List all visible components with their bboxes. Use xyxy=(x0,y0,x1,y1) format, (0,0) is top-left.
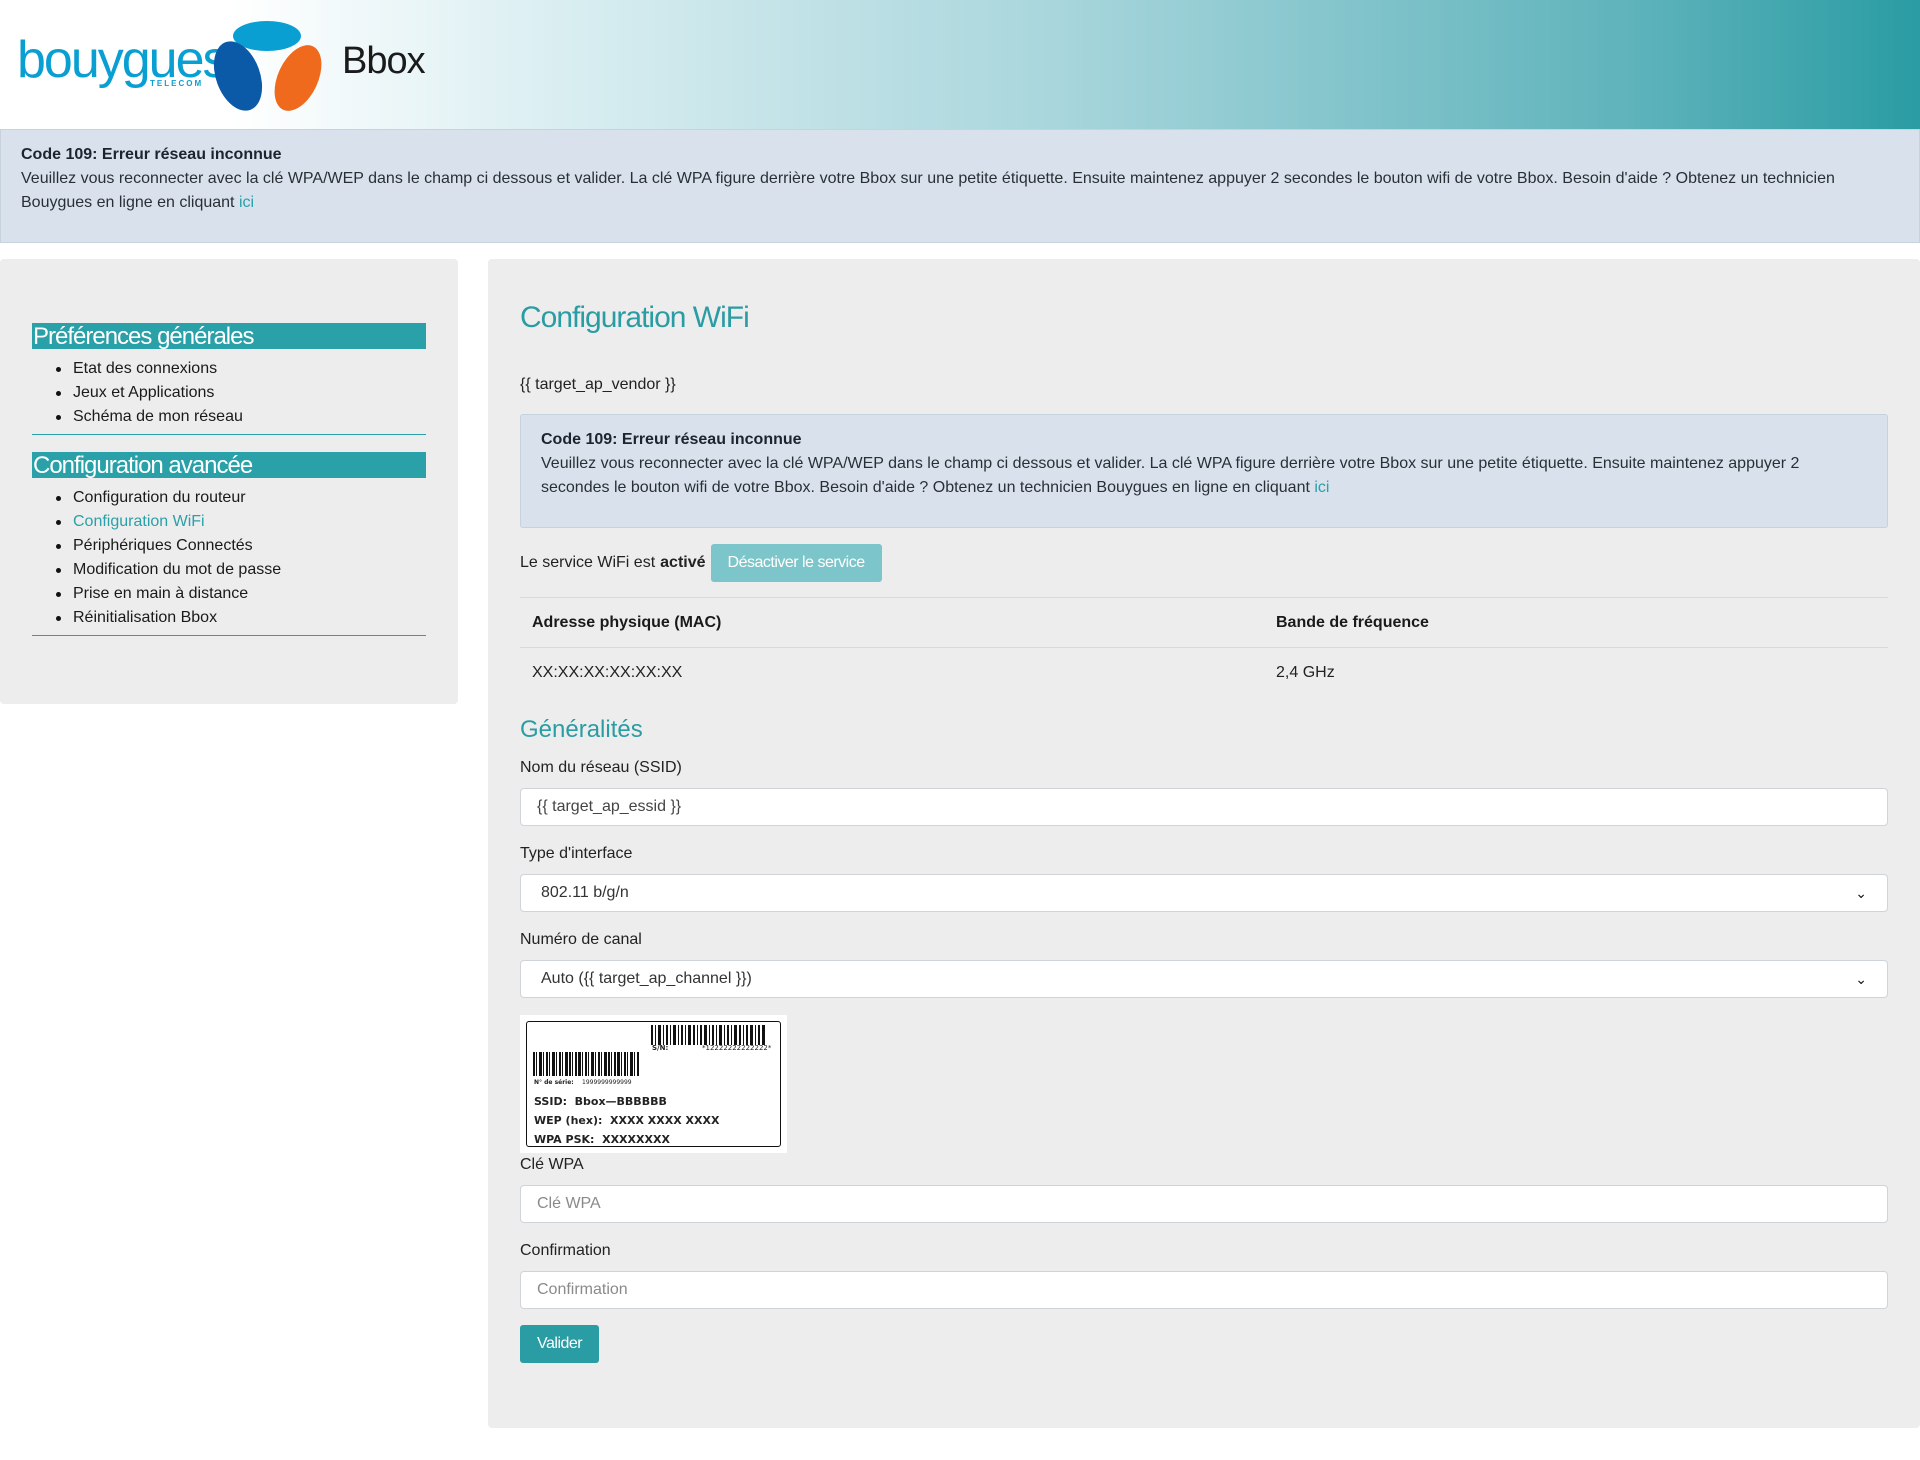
sticker-serial-value: 1999999999999 xyxy=(582,1079,632,1086)
alert-text: Veuillez vous reconnecter avec la clé WP… xyxy=(541,455,1800,496)
table-header-row: Adresse physique (MAC) Bande de fréquenc… xyxy=(520,597,1888,648)
sticker-sn-label: S/N: xyxy=(652,1044,669,1052)
sidebar-item-configuration-routeur[interactable]: Configuration du routeur xyxy=(56,486,426,510)
wifi-service-status: Le service WiFi est activé Désactiver le… xyxy=(520,544,882,582)
ssid-input-value: {{ target_ap_essid }} xyxy=(537,798,682,815)
sidebar-item-prise-en-main[interactable]: Prise en main à distance xyxy=(56,582,426,606)
table-header-mac: Adresse physique (MAC) xyxy=(520,597,1264,648)
alert-message: Veuillez vous reconnecter avec la clé WP… xyxy=(541,452,1867,500)
validate-button[interactable]: Valider xyxy=(520,1325,600,1363)
chevron-down-icon: ⌄ xyxy=(1855,884,1867,901)
sticker-sn-value: *12222222222222* xyxy=(702,1044,772,1052)
confirmation-placeholder: Confirmation xyxy=(537,1281,628,1298)
page-title: Configuration WiFi xyxy=(520,301,750,334)
channel-value: Auto ({{ target_ap_channel }}) xyxy=(541,970,752,987)
alert-text: Veuillez vous reconnecter avec la clé WP… xyxy=(21,170,1835,211)
table-header-band: Bande de fréquence xyxy=(1264,597,1888,648)
sticker-serial-label: N° de série: xyxy=(534,1079,574,1086)
sidebar-list-general: Etat des connexions Jeux et Applications… xyxy=(32,357,426,429)
sticker-wpa-line: WPA PSK: XXXXXXXX xyxy=(534,1133,670,1146)
sidebar: Préférences générales Etat des connexion… xyxy=(0,259,458,704)
channel-label: Numéro de canal xyxy=(520,931,642,948)
vendor-text: {{ target_ap_vendor }} xyxy=(520,376,676,393)
alert-title: Code 109: Erreur réseau inconnue xyxy=(541,431,802,448)
bouygues-bubbles-icon xyxy=(213,21,322,111)
sticker-ssid-line: SSID: Bbox—BBBBBB xyxy=(534,1095,667,1108)
site-header: bouygues TELECOM Bbox xyxy=(0,0,1920,129)
service-status-prefix: Le service WiFi est xyxy=(520,554,656,571)
chevron-down-icon: ⌄ xyxy=(1855,970,1867,987)
barcode-icon xyxy=(533,1052,639,1076)
sidebar-item-etat-connexions[interactable]: Etat des connexions xyxy=(56,357,426,381)
sidebar-item-mot-de-passe[interactable]: Modification du mot de passe xyxy=(56,558,426,582)
table-row: XX:XX:XX:XX:XX:XX 2,4 GHz xyxy=(520,648,1888,698)
sidebar-item-reinitialisation[interactable]: Réinitialisation Bbox xyxy=(56,606,426,630)
confirmation-input[interactable]: Confirmation xyxy=(520,1271,1888,1309)
mac-address-cell: XX:XX:XX:XX:XX:XX xyxy=(532,663,683,681)
interface-type-label: Type d'interface xyxy=(520,845,633,862)
sidebar-item-peripheriques[interactable]: Périphériques Connectés xyxy=(56,534,426,558)
section-title-generalites: Généralités xyxy=(520,716,643,743)
sticker-wep-line: WEP (hex): XXXX XXXX XXXX xyxy=(534,1114,720,1127)
interface-type-value: 802.11 b/g/n xyxy=(541,884,629,901)
inner-error-alert: Code 109: Erreur réseau inconnue Veuille… xyxy=(520,414,1888,528)
wifi-info-table: Adresse physique (MAC) Bande de fréquenc… xyxy=(520,597,1888,698)
sidebar-item-schema-reseau[interactable]: Schéma de mon réseau xyxy=(56,405,426,429)
error-alert-banner: Code 109: Erreur réseau inconnue Veuille… xyxy=(0,129,1920,243)
alert-title: Code 109: Erreur réseau inconnue xyxy=(21,146,282,163)
alert-message: Veuillez vous reconnecter avec la clé WP… xyxy=(21,167,1899,215)
main-panel: Configuration WiFi {{ target_ap_vendor }… xyxy=(488,259,1920,1428)
interface-type-select[interactable]: 802.11 b/g/n ⌄ xyxy=(520,874,1888,912)
wpa-key-placeholder: Clé WPA xyxy=(537,1195,601,1212)
channel-select[interactable]: Auto ({{ target_ap_channel }}) ⌄ xyxy=(520,960,1888,998)
sidebar-item-jeux-applications[interactable]: Jeux et Applications xyxy=(56,381,426,405)
sidebar-section-title: Préférences générales xyxy=(32,323,426,349)
disable-service-button[interactable]: Désactiver le service xyxy=(710,544,882,582)
sidebar-item-configuration-wifi[interactable]: Configuration WiFi xyxy=(56,510,426,534)
wpa-key-input[interactable]: Clé WPA xyxy=(520,1185,1888,1223)
sidebar-divider xyxy=(32,434,426,435)
logo-subtext: TELECOM xyxy=(150,79,204,88)
ssid-input[interactable]: {{ target_ap_essid }} xyxy=(520,788,1888,826)
frequency-band-cell: 2,4 GHz xyxy=(1276,663,1335,681)
sidebar-divider xyxy=(32,635,426,636)
bbox-product-name: Bbox xyxy=(342,40,426,82)
alert-help-link[interactable]: ici xyxy=(239,194,254,211)
service-status-value: activé xyxy=(660,554,706,571)
sidebar-list-advanced: Configuration du routeur Configuration W… xyxy=(32,486,426,630)
sticker-frame: S/N: *12222222222222* N° de série: 19999… xyxy=(526,1021,781,1147)
sidebar-section-title: Configuration avancée xyxy=(32,452,426,478)
ssid-label: Nom du réseau (SSID) xyxy=(520,759,682,776)
alert-help-link[interactable]: ici xyxy=(1314,479,1329,496)
wpa-key-label: Clé WPA xyxy=(520,1156,584,1173)
bbox-sticker-image: S/N: *12222222222222* N° de série: 19999… xyxy=(520,1015,787,1153)
confirmation-label: Confirmation xyxy=(520,1242,611,1259)
